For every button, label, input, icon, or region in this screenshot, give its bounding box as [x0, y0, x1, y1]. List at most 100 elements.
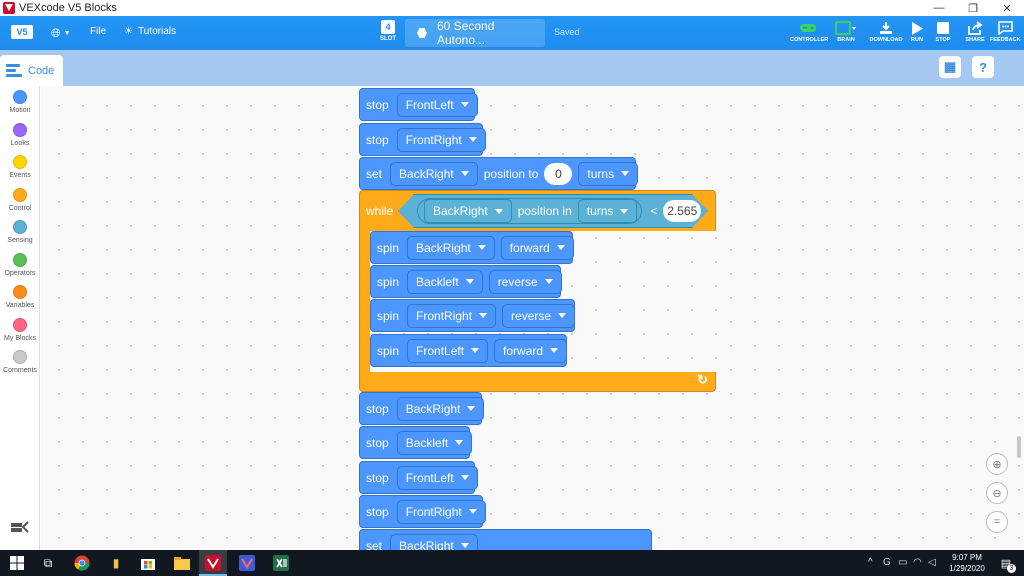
stop-block[interactable]: stop FrontLeft — [359, 461, 478, 494]
motor-dropdown[interactable]: FrontRight — [396, 127, 486, 152]
category-operators[interactable]: Operators — [0, 253, 40, 277]
taskbar-clock[interactable]: 9:07 PM 1/29/2020 — [942, 552, 992, 574]
feedback-button[interactable]: FEEDBACK — [990, 19, 1021, 49]
motor-dropdown[interactable]: FrontRight — [407, 303, 497, 328]
category-looks[interactable]: Looks — [0, 123, 40, 147]
action-center-button[interactable]: ▤ 3 — [996, 553, 1016, 573]
motor-value: Backleft — [405, 435, 449, 450]
motor-dropdown[interactable]: FrontLeft — [407, 338, 489, 363]
zoom-in-icon: ⊕ — [992, 458, 1002, 471]
vex-logo[interactable]: V5 — [11, 25, 33, 39]
stop-button[interactable]: STOP — [932, 19, 954, 49]
less-than-condition[interactable]: BackRight position in turns < 2.565 — [398, 194, 708, 228]
motor-dropdown[interactable]: Backleft — [407, 269, 483, 294]
battery-icon[interactable]: ▭ — [898, 557, 907, 568]
spin-block[interactable]: spin Backleft reverse — [370, 265, 562, 298]
direction-dropdown[interactable]: reverse — [502, 303, 576, 328]
stop-block[interactable]: stop FrontRight — [359, 495, 486, 528]
brain-button[interactable]: BRAIN — [832, 19, 860, 49]
minimize-button[interactable]: — — [922, 0, 956, 16]
zoom-out-button[interactable]: ⊖ — [986, 482, 1008, 504]
caret-down-icon — [558, 313, 567, 318]
category-events[interactable]: Events — [0, 155, 40, 179]
caret-down-icon — [479, 313, 488, 318]
zoom-reset-button[interactable]: = — [986, 511, 1008, 533]
app-shortcut-icon[interactable]: ▮ — [106, 553, 126, 573]
excel-icon[interactable] — [271, 553, 291, 573]
motor-dropdown[interactable]: BackRight — [396, 396, 485, 421]
download-button[interactable]: DOWNLOAD — [869, 19, 903, 49]
file-menu[interactable]: File — [90, 26, 106, 37]
share-button[interactable]: SHARE — [962, 19, 988, 49]
wifi-icon[interactable]: ◠ — [913, 557, 922, 568]
devices-button[interactable]: ▦ — [939, 56, 961, 78]
stop-icon — [932, 19, 954, 37]
spin-block[interactable]: spin FrontLeft forward — [370, 334, 568, 367]
window-title-bar: VEXcode V5 Blocks — ❐ ✕ — [0, 0, 1024, 16]
vexcode-iq-taskbar-icon[interactable] — [237, 553, 257, 573]
task-view-icon[interactable]: ⧉ — [38, 553, 58, 573]
motor-dropdown[interactable]: FrontLeft — [396, 92, 478, 117]
category-control[interactable]: Control — [0, 188, 40, 212]
position-reporter[interactable]: BackRight position in turns — [417, 198, 642, 224]
close-button[interactable]: ✕ — [990, 0, 1024, 16]
workspace-scrollbar[interactable] — [1017, 436, 1021, 458]
store-icon[interactable] — [138, 553, 158, 573]
tray-app-icon[interactable]: G — [883, 557, 891, 568]
category-motion[interactable]: Motion — [0, 90, 40, 114]
file-explorer-icon[interactable] — [172, 553, 192, 573]
start-button[interactable] — [7, 553, 27, 573]
block-keyword: stop — [366, 132, 389, 147]
slot-selector[interactable]: 4 SLOT — [378, 20, 398, 46]
collapse-palette-icon[interactable] — [10, 520, 30, 534]
code-workspace[interactable]: stop FrontLeft stop FrontRight set BackR… — [41, 86, 1024, 550]
stop-block[interactable]: stop BackRight — [359, 392, 485, 425]
category-my-blocks[interactable]: My Blocks — [0, 318, 40, 342]
category-sensing[interactable]: Sensing — [0, 220, 40, 244]
category-comments[interactable]: Comments — [0, 350, 40, 374]
run-button[interactable]: RUN — [907, 19, 927, 49]
help-icon: ? — [979, 59, 987, 75]
motor-value: BackRight — [399, 538, 454, 551]
vexcode-taskbar-icon[interactable] — [203, 553, 223, 573]
stop-block[interactable]: stop FrontRight — [359, 123, 486, 156]
show-hidden-icons-icon[interactable]: ^ — [868, 557, 873, 568]
help-button[interactable]: ? — [972, 56, 994, 78]
code-blocks-icon — [6, 63, 24, 78]
block-keyword: spin — [377, 343, 400, 358]
motor-dropdown[interactable]: BackRight — [390, 533, 478, 551]
direction-dropdown[interactable]: forward — [494, 338, 568, 363]
language-menu[interactable]: 🌐︎ ▼ — [51, 25, 75, 41]
direction-dropdown[interactable]: reverse — [488, 269, 562, 294]
caret-down-icon — [620, 209, 628, 214]
motor-dropdown[interactable]: BackRight — [390, 161, 478, 186]
controller-button[interactable]: CONTROLLER — [790, 19, 828, 49]
spin-block[interactable]: spin FrontRight reverse — [370, 299, 576, 332]
direction-dropdown[interactable]: forward — [500, 235, 574, 260]
motor-dropdown[interactable]: FrontRight — [396, 499, 486, 524]
motor-dropdown[interactable]: BackRight — [407, 235, 495, 260]
motor-dropdown[interactable]: FrontLeft — [396, 465, 478, 490]
set-position-block[interactable]: set BackRight position to 0 turns — [359, 157, 639, 190]
motor-value: FrontRight — [416, 308, 473, 323]
tab-code[interactable]: Code — [0, 55, 63, 86]
motor-dropdown[interactable]: Backleft — [396, 430, 473, 455]
chrome-icon[interactable] — [72, 553, 92, 573]
caret-down-icon — [460, 171, 469, 176]
unit-dropdown[interactable]: turns — [578, 161, 639, 186]
stop-block[interactable]: stop Backleft — [359, 426, 473, 459]
tutorials-menu[interactable]: Tutorials — [138, 26, 176, 37]
stop-block[interactable]: stop FrontLeft — [359, 88, 478, 121]
compare-value-input[interactable]: 2.565 — [663, 200, 701, 222]
volume-icon[interactable]: ◁ — [928, 557, 936, 568]
spin-block[interactable]: spin BackRight forward — [370, 231, 574, 264]
category-variables[interactable]: Variables — [0, 285, 40, 309]
maximize-button[interactable]: ❐ — [956, 0, 990, 16]
motor-dropdown[interactable]: BackRight — [424, 199, 512, 223]
position-value-input[interactable]: 0 — [544, 162, 573, 185]
set-position-block[interactable]: set BackRight — [359, 529, 652, 550]
caret-down-icon — [455, 440, 464, 445]
zoom-in-button[interactable]: ⊕ — [986, 453, 1008, 475]
project-name-field[interactable]: 60 Second Autono... — [405, 19, 545, 47]
unit-dropdown[interactable]: turns — [578, 199, 638, 223]
